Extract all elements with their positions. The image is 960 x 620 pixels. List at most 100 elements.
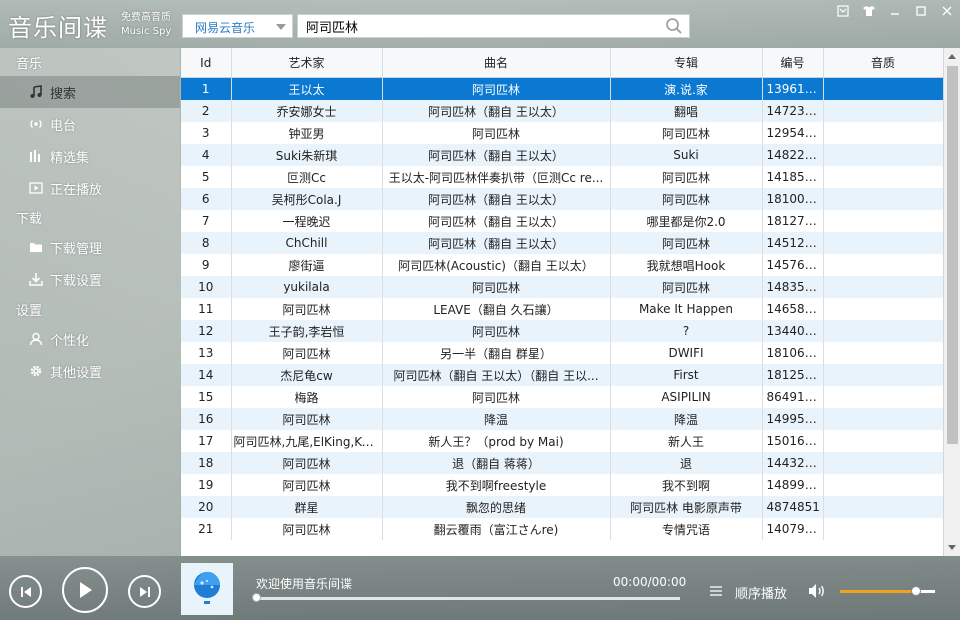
- table-scrollbar[interactable]: [943, 48, 960, 556]
- cell-album: ASIPILIN: [610, 386, 763, 408]
- table-row[interactable]: 21 阿司匹林 翻云覆雨（富江さんre) 专情咒语 140795...: [181, 518, 943, 540]
- progress-bar[interactable]: [252, 593, 680, 602]
- table-row[interactable]: 2 乔安娜女士 阿司匹林（翻自 王以太） 翻唱 147237...: [181, 100, 943, 122]
- cell-artist: 钟亚男: [231, 122, 383, 144]
- cell-album: 我不到啊: [610, 474, 763, 496]
- cell-quality: [823, 254, 943, 276]
- source-select[interactable]: 网易云音乐: [182, 14, 293, 38]
- play-button[interactable]: [62, 567, 108, 613]
- list-order-icon[interactable]: [709, 584, 723, 598]
- volume-icon[interactable]: [808, 583, 826, 599]
- cell-artist: 阿司匹林,九尾,ElKing,Ko...: [231, 430, 383, 452]
- cell-id: 6: [181, 188, 232, 210]
- app-title: 音乐间谍: [8, 14, 108, 42]
- cell-title: 退（翻自 蒋蒋）: [382, 452, 611, 474]
- table-row[interactable]: 11 阿司匹林 LEAVE（翻自 久石讓） Make It Happen 146584.…: [181, 298, 943, 320]
- table-row[interactable]: 15 梅路 阿司匹林 ASIPILIN 864917...: [181, 386, 943, 408]
- table-row[interactable]: 16 阿司匹林 降温 降温 149959...: [181, 408, 943, 430]
- mini-mode-icon[interactable]: [830, 0, 856, 22]
- sidebar-item-radio[interactable]: 电台: [0, 108, 180, 140]
- cell-album: 新人王: [610, 430, 763, 452]
- sidebar-item-download-settings[interactable]: 下载设置: [0, 263, 180, 295]
- table-row[interactable]: 7 一程晚迟 阿司匹林（翻自 王以太） 哪里都是你2.0 181276...: [181, 210, 943, 232]
- table-row[interactable]: 12 王子韵,李岩恒 阿司匹林? 134401...: [181, 320, 943, 342]
- cell-title: 阿司匹林: [382, 386, 611, 408]
- cell-artist: 王以太: [231, 77, 383, 100]
- sidebar-item-other-settings[interactable]: 其他设置: [0, 355, 180, 387]
- previous-icon: [20, 586, 31, 597]
- sidebar-item-collection[interactable]: 精选集: [0, 140, 180, 172]
- sidebar-item-personalize[interactable]: 个性化: [0, 323, 180, 355]
- cell-quality: [823, 144, 943, 166]
- table-row[interactable]: 20 群星 飘忽的思绪 阿司匹林 电影原声带 4874851: [181, 496, 943, 518]
- sidebar-item-download-manager[interactable]: 下载管理: [0, 231, 180, 263]
- scrollbar-thumb[interactable]: [947, 66, 958, 444]
- next-icon: [139, 586, 150, 597]
- album-art-image: [181, 563, 233, 615]
- table-row[interactable]: 1 王以太 阿司匹林 演.说.家 139614...: [181, 77, 943, 100]
- table-row[interactable]: 14 杰尼龟cw 阿司匹林（翻自 王以太）（翻自 王以... First 181252.…: [181, 364, 943, 386]
- next-button[interactable]: [128, 575, 161, 608]
- cell-album: 阿司匹林: [610, 188, 763, 210]
- cell-quality: [823, 452, 943, 474]
- sidebar-item-label: 个性化: [50, 333, 90, 349]
- table-row[interactable]: 19 阿司匹林 我不到啊freestyle 我不到啊 148995...: [181, 474, 943, 496]
- cell-album: 专情咒语: [610, 518, 763, 540]
- cell-id: 16: [181, 408, 232, 430]
- column-header-artist[interactable]: 艺术家: [231, 48, 383, 78]
- table-row[interactable]: 9 廖街逼 阿司匹林(Acoustic)（翻自 王以太） 我就想唱Hook 145764…: [181, 254, 943, 276]
- source-select-value: 网易云音乐: [195, 21, 256, 35]
- maximize-icon[interactable]: [908, 0, 934, 22]
- play-box-icon: [28, 180, 44, 196]
- table-row[interactable]: 4 Suki朱新琪 阿司匹林（翻自 王以太） Suki 148220...: [181, 144, 943, 166]
- cell-artist: 王子韵,李岩恒: [231, 320, 383, 342]
- search-box[interactable]: [297, 14, 690, 38]
- column-header-id[interactable]: Id: [181, 48, 232, 78]
- column-header-quality[interactable]: 音质: [823, 48, 943, 78]
- cell-title: 阿司匹林: [382, 77, 611, 100]
- volume-slider[interactable]: [840, 586, 935, 596]
- table-row[interactable]: 17 阿司匹林,九尾,ElKing,Ko... 新人王？（prod by Mai) 新…: [181, 430, 943, 452]
- table-row[interactable]: 18 阿司匹林 退（翻自 蒋蒋）退 144325...: [181, 452, 943, 474]
- scroll-down-icon[interactable]: [948, 545, 956, 550]
- cell-id: 8: [181, 232, 232, 254]
- cell-artist: 阿司匹林: [231, 408, 383, 430]
- cell-album: 哪里都是你2.0: [610, 210, 763, 232]
- close-icon[interactable]: [934, 0, 960, 22]
- cell-number: 181252...: [762, 364, 824, 386]
- sidebar-item-search[interactable]: 搜索: [0, 76, 180, 108]
- sidebar-item-now-playing[interactable]: 正在播放: [0, 172, 180, 204]
- skin-icon[interactable]: [856, 0, 882, 22]
- table-row[interactable]: 10 yukilala 阿司匹林 阿司匹林 148352...: [181, 276, 943, 298]
- play-mode-button[interactable]: 顺序播放: [735, 583, 787, 602]
- cell-album: Suki: [610, 144, 763, 166]
- minimize-icon[interactable]: [882, 0, 908, 22]
- cell-artist: ChChill: [231, 232, 383, 254]
- search-icon[interactable]: [665, 17, 683, 35]
- column-header-album[interactable]: 专辑: [610, 48, 763, 78]
- cell-id: 13: [181, 342, 232, 364]
- progress-handle[interactable]: [252, 593, 261, 602]
- previous-button[interactable]: [9, 575, 42, 608]
- cell-quality: [823, 408, 943, 430]
- cell-number: 148220...: [762, 144, 824, 166]
- scroll-up-icon[interactable]: [948, 54, 956, 59]
- cell-album: Make It Happen: [610, 298, 763, 320]
- search-input[interactable]: [304, 18, 658, 35]
- cell-id: 3: [181, 122, 232, 144]
- album-cover[interactable]: [181, 563, 233, 615]
- volume-handle[interactable]: [911, 586, 921, 596]
- column-header-title[interactable]: 曲名: [382, 48, 611, 78]
- table-row[interactable]: 3 钟亚男 阿司匹林 阿司匹林 129546...: [181, 122, 943, 144]
- table-row[interactable]: 8 ChChill 阿司匹林（翻自 王以太） 阿司匹林 145120...: [181, 232, 943, 254]
- table-row[interactable]: 6 吴柯彤Cola.J 阿司匹林（翻自 王以太） 阿司匹林 181007...: [181, 188, 943, 210]
- table-row[interactable]: 13 阿司匹林 另一半（翻自 群星） DWIFI 181062...: [181, 342, 943, 364]
- cell-quality: [823, 122, 943, 144]
- cell-number: 145120...: [762, 232, 824, 254]
- table-row[interactable]: 5 叵测Cc 王以太-阿司匹林伴奏扒带（叵测Cc re... 阿司匹林 141856..…: [181, 166, 943, 188]
- cell-artist: 阿司匹林: [231, 298, 383, 320]
- cell-title: 新人王？（prod by Mai): [382, 430, 611, 452]
- title-bar: 音乐间谍 免费高音质 Music Spy 网易云音乐: [0, 0, 960, 48]
- cell-title: 阿司匹林: [382, 320, 611, 342]
- column-header-number[interactable]: 编号: [762, 48, 824, 78]
